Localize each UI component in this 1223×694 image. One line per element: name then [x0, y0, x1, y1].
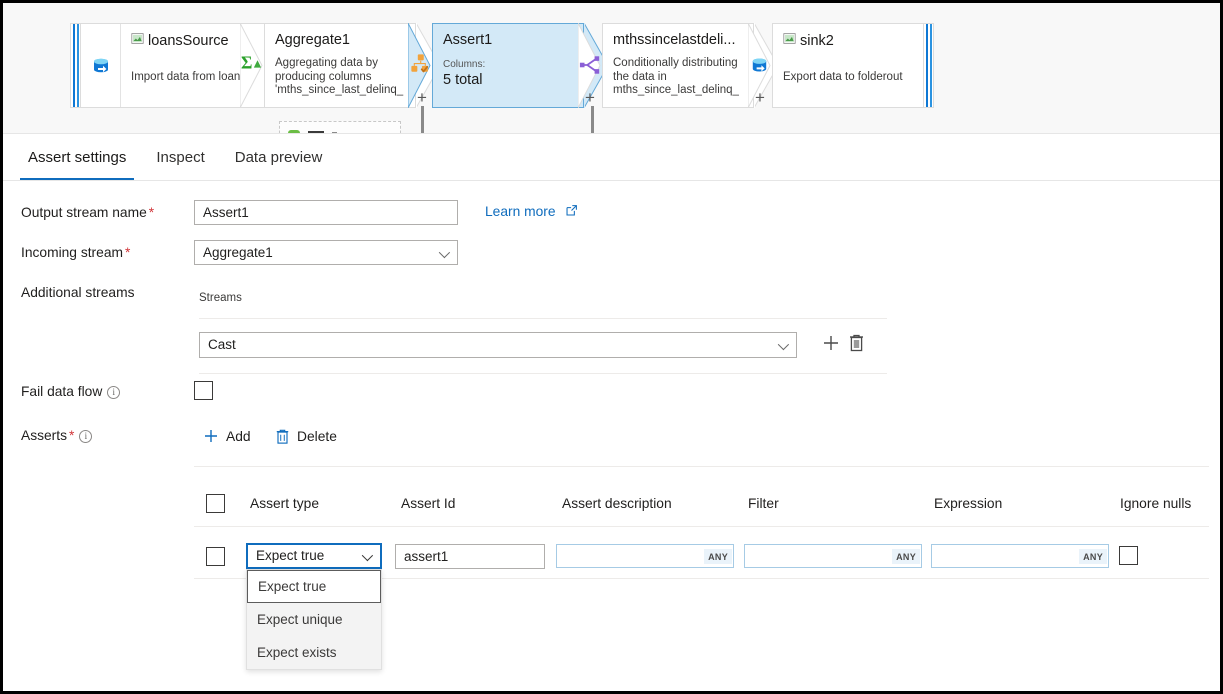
node-title: sink2: [783, 32, 913, 49]
flow-node-sink2[interactable]: sink2 Export data to folderout: [748, 23, 934, 108]
tab-inspect[interactable]: Inspect: [148, 142, 212, 180]
aggregate-sigma-icon: Σ: [241, 52, 263, 77]
node-description: Conditionally distributing the data in m…: [613, 57, 743, 98]
delete-assert-button[interactable]: Delete: [275, 428, 337, 445]
any-badge: ANY: [1079, 549, 1107, 564]
expression-input[interactable]: ANY: [931, 544, 1109, 568]
column-header-filter: Filter: [748, 496, 779, 511]
node-left-chevron: [748, 23, 772, 108]
column-header-assert-id: Assert Id: [401, 496, 455, 511]
trash-icon: [275, 428, 290, 445]
settings-tabstrip: Assert settings Inspect Data preview: [3, 134, 1220, 181]
any-badge: ANY: [704, 549, 732, 564]
required-marker: *: [149, 205, 154, 220]
asserts-label: Asserts*i: [21, 428, 92, 443]
connector-assert1-down: [421, 106, 424, 134]
delete-stream-button[interactable]: [848, 333, 865, 356]
sink-database-icon: [748, 54, 771, 80]
dropdown-option-expect-unique[interactable]: Expect unique: [247, 603, 381, 636]
add-assert-label: Add: [226, 429, 251, 444]
external-link-icon: [565, 204, 578, 220]
any-badge: ANY: [892, 549, 920, 564]
assert-row-checkbox[interactable]: [206, 547, 225, 566]
node-left-chevron: [578, 23, 602, 108]
svg-text:Σ: Σ: [241, 53, 252, 73]
assert-id-input[interactable]: assert1: [395, 544, 545, 569]
node-sub-label: Columns:: [443, 59, 573, 70]
required-marker: *: [125, 245, 130, 260]
assert-description-input[interactable]: ANY: [556, 544, 734, 568]
node-title: Aggregate1: [275, 32, 405, 48]
delete-assert-label: Delete: [297, 429, 337, 444]
streams-column-header: Streams: [199, 292, 242, 304]
assert-type-dropdown-menu[interactable]: Expect true Expect unique Expect exists: [246, 569, 382, 670]
incoming-stream-select[interactable]: Aggregate1: [194, 240, 458, 265]
tab-assert-settings[interactable]: Assert settings: [20, 142, 134, 180]
assert-icon: [410, 53, 432, 78]
incoming-stream-label: Incoming stream*: [21, 245, 130, 260]
column-header-assert-type: Assert type: [250, 496, 319, 511]
node-left-chevron: [408, 23, 432, 108]
plus-icon: [203, 428, 219, 444]
app-window: loansSource Import data from loans +: [0, 0, 1223, 694]
node-description: Aggregating data by producing columns 'm…: [275, 57, 405, 98]
assert-settings-panel: Output stream name* Assert1 Learn more I…: [3, 181, 1220, 691]
data-flow-canvas[interactable]: loansSource Import data from loans +: [3, 3, 1220, 134]
streams-divider-top: [199, 318, 887, 319]
node-title: Assert1: [443, 32, 573, 48]
learn-more-link[interactable]: Learn more: [485, 204, 578, 220]
add-assert-button[interactable]: Add: [203, 428, 251, 444]
dataset-glyph-icon: [131, 32, 144, 49]
source-accent-bar: [70, 23, 80, 108]
column-header-ignore-nulls: Ignore nulls: [1120, 496, 1191, 511]
column-header-expression: Expression: [934, 496, 1002, 511]
asserts-table-divider-top: [194, 466, 1209, 467]
dropdown-option-expect-true[interactable]: Expect true: [247, 570, 381, 603]
additional-streams-label: Additional streams: [21, 285, 135, 300]
required-marker: *: [69, 428, 74, 443]
add-stream-button[interactable]: [821, 333, 841, 356]
tab-data-preview[interactable]: Data preview: [227, 142, 331, 180]
info-icon[interactable]: i: [107, 386, 120, 399]
conditional-split-icon: [579, 54, 601, 79]
node-left-chevron: Σ: [240, 23, 264, 108]
output-stream-name-input[interactable]: Assert1: [194, 200, 458, 225]
additional-stream-select[interactable]: Cast: [199, 332, 797, 358]
streams-divider-bottom: [199, 373, 887, 374]
dataset-glyph-icon: [783, 32, 796, 49]
node-description: Export data to folderout: [783, 71, 913, 85]
select-all-asserts-checkbox[interactable]: [206, 494, 225, 513]
ignore-nulls-checkbox[interactable]: [1119, 546, 1138, 565]
fail-data-flow-label: Fail data flowi: [21, 384, 120, 399]
assert-type-select[interactable]: Expect true: [246, 543, 382, 569]
node-title: mthssincelastdeli...: [613, 32, 743, 48]
dropdown-option-expect-exists[interactable]: Expect exists: [247, 636, 381, 669]
asserts-header-divider: [194, 526, 1209, 527]
fail-data-flow-checkbox[interactable]: [194, 381, 213, 400]
filter-input[interactable]: ANY: [744, 544, 922, 568]
source-database-icon: [81, 24, 121, 107]
column-header-assert-description: Assert description: [562, 496, 672, 511]
info-icon[interactable]: i: [79, 430, 92, 443]
connector-split-down: [591, 106, 594, 134]
output-stream-name-label: Output stream name*: [21, 205, 154, 220]
node-sub-value: 5 total: [443, 71, 573, 89]
sink-accent-bar: [924, 23, 934, 108]
